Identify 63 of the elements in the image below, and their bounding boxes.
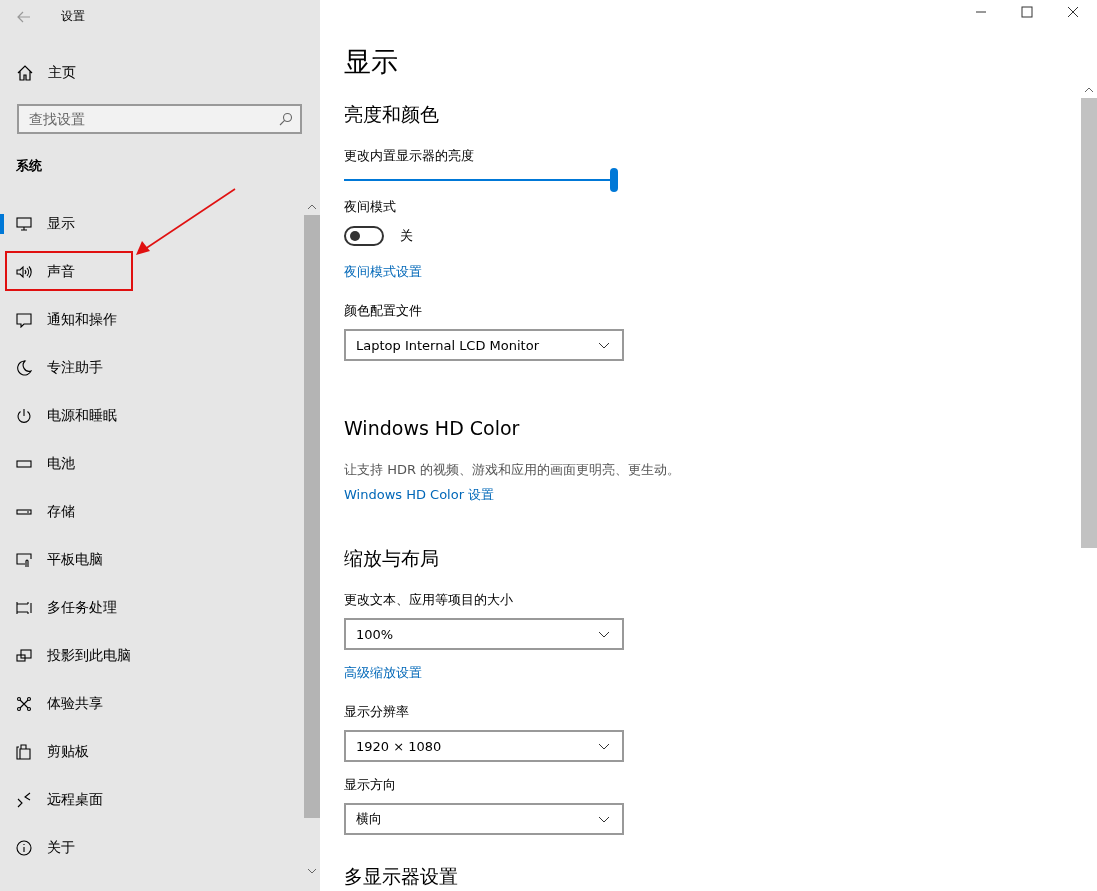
chevron-down-icon (598, 742, 610, 750)
page-title: 显示 (344, 45, 399, 79)
section-heading: 缩放与布局 (344, 546, 440, 571)
speaker-icon (16, 264, 32, 280)
nav-item[interactable]: 声音 (0, 248, 304, 296)
nav-item[interactable]: 多任务处理 (0, 584, 304, 632)
settings-link[interactable]: 夜间模式设置 (344, 262, 422, 282)
nav-item[interactable]: 存储 (0, 488, 304, 536)
dropdown[interactable]: 横向 (344, 803, 624, 835)
dropdown[interactable]: 1920 × 1080 (344, 730, 624, 762)
nav-item[interactable]: 平板电脑 (0, 536, 304, 584)
scroll-up-icon[interactable] (1084, 87, 1094, 93)
setting-label: 显示方向 (344, 776, 397, 794)
tablet-touch-icon (16, 552, 32, 568)
settings-link[interactable]: 高级缩放设置 (344, 663, 422, 683)
nav-item[interactable]: 专注助手 (0, 344, 304, 392)
chevron-down-icon (598, 630, 610, 638)
toggle-switch[interactable] (344, 226, 384, 246)
dropdown[interactable]: 100% (344, 618, 624, 650)
chevron-down-icon (598, 341, 610, 349)
nav-item[interactable]: 剪贴板 (0, 728, 304, 776)
setting-label: 颜色配置文件 (344, 302, 423, 320)
dropdown[interactable]: Laptop Internal LCD Monitor (344, 329, 624, 361)
remote-arrows-icon (16, 792, 32, 808)
projector-screen-icon (16, 648, 32, 664)
setting-label: 更改内置显示器的亮度 (344, 147, 475, 165)
nav-item[interactable]: 电源和睡眠 (0, 392, 304, 440)
monitor-icon (16, 216, 32, 232)
slider-thumb[interactable] (610, 168, 618, 192)
scroll-up-icon[interactable] (307, 204, 317, 210)
scroll-down-icon[interactable] (307, 868, 317, 874)
nav-item[interactable]: 通知和操作 (0, 296, 304, 344)
section-heading: 系统 (15, 157, 43, 175)
setting-label: 显示分辨率 (344, 703, 410, 721)
setting-label: 夜间模式 (344, 198, 397, 216)
nav-item[interactable]: 远程桌面 (0, 776, 304, 824)
section-heading: 多显示器设置 (344, 864, 459, 889)
nav-item[interactable]: 显示 (0, 200, 304, 248)
home-icon (17, 65, 33, 81)
multitask-icon (16, 600, 32, 616)
home-nav-item[interactable]: 主页 (0, 53, 320, 93)
nav-item[interactable]: 投影到此电脑 (0, 632, 304, 680)
window-title: 设置 (61, 8, 85, 25)
search-field[interactable]: 查找设置 (17, 104, 302, 134)
close-icon[interactable] (1067, 5, 1079, 18)
setting-label: 更改文本、应用等项目的大小 (344, 591, 514, 609)
nav-item[interactable]: 体验共享 (0, 680, 304, 728)
section-heading: Windows HD Color (344, 416, 521, 441)
settings-link[interactable]: Windows HD Color 设置 (344, 485, 495, 505)
toggle-state-label: 关 (400, 227, 413, 245)
nav-item[interactable]: 关于 (0, 824, 304, 872)
speech-bubble-icon (16, 312, 32, 328)
share-nodes-icon (16, 696, 32, 712)
maximize-icon[interactable] (1021, 5, 1033, 18)
info-icon (16, 840, 32, 856)
clipboard-icon (16, 744, 32, 760)
nav-item[interactable]: 电池 (0, 440, 304, 488)
moon-icon (16, 360, 32, 376)
chevron-down-icon (598, 815, 610, 823)
description-text: 让支持 HDR 的视频、游戏和应用的画面更明亮、更生动。 (344, 461, 682, 479)
search-icon (279, 112, 293, 126)
section-heading: 亮度和颜色 (344, 102, 440, 127)
power-icon (16, 408, 32, 424)
